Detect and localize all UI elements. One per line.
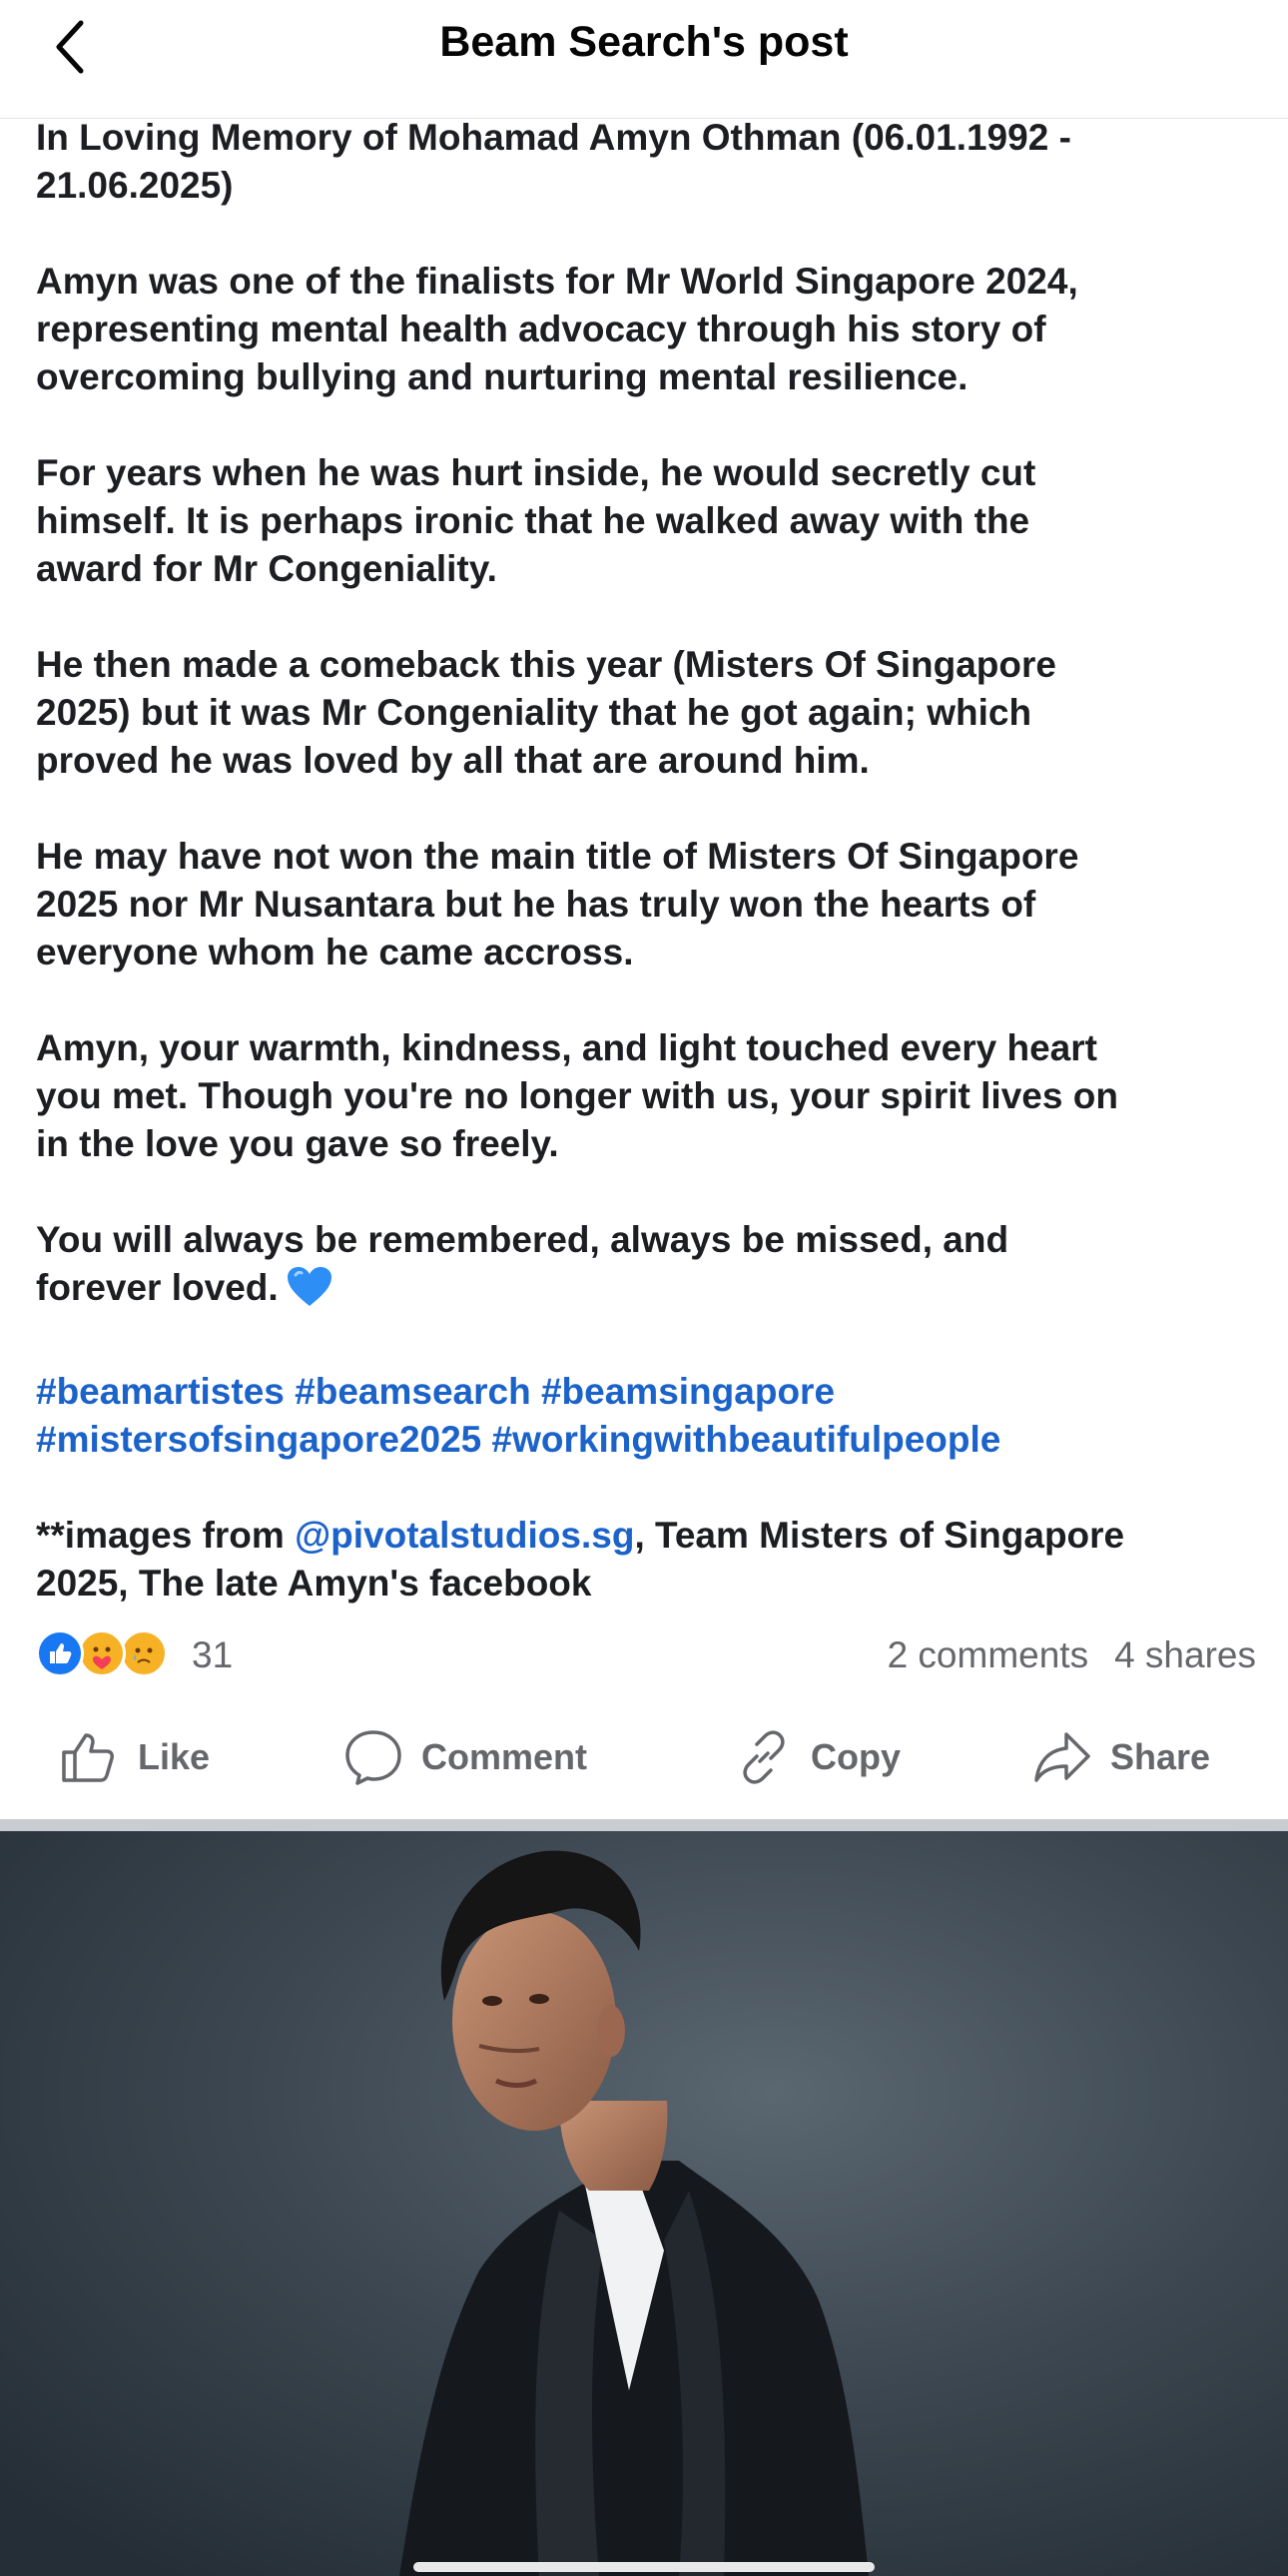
like-label: Like <box>138 1736 211 1777</box>
sad-icon <box>120 1629 168 1677</box>
care-icon <box>78 1629 126 1677</box>
post-header: Beam Search's post <box>0 0 1288 119</box>
post-paragraph: In Loving Memory of Mohamad Amyn Othman … <box>36 117 1071 206</box>
reaction-count[interactable]: 31 <box>192 1631 233 1679</box>
share-button[interactable]: Share <box>1032 1721 1210 1793</box>
comments-count[interactable]: 2 comments <box>888 1634 1089 1675</box>
like-button[interactable]: Like <box>60 1721 210 1793</box>
credits-prefix: **images from <box>36 1515 296 1556</box>
section-divider <box>0 1819 1288 1831</box>
post-text: In Loving Memory of Mohamad Amyn Othman … <box>36 114 1256 1608</box>
comment-bubble-icon <box>345 1730 401 1785</box>
share-arrow-icon <box>1034 1732 1090 1782</box>
shares-count[interactable]: 4 shares <box>1114 1634 1256 1675</box>
copy-button[interactable]: Copy <box>735 1721 901 1793</box>
reaction-icons[interactable] <box>36 1629 186 1681</box>
mention-link[interactable]: @pivotalstudios.sg <box>295 1515 634 1556</box>
copy-label: Copy <box>811 1736 901 1777</box>
like-icon <box>36 1629 84 1677</box>
post-closing: You will always be remembered, always be… <box>36 1216 1256 1320</box>
post-paragraph: Amyn, your warmth, kindness, and light t… <box>36 1027 1118 1164</box>
engagement-stats: 2 comments 4 shares <box>888 1631 1256 1679</box>
portrait-photo <box>0 1831 1288 2576</box>
reactions-summary: 31 2 comments 4 shares <box>36 1627 1256 1683</box>
hashtags[interactable]: #beamartistes #beamsearch #beamsingapore… <box>36 1368 1256 1464</box>
comment-button[interactable]: Comment <box>343 1721 587 1793</box>
post-paragraph: Amyn was one of the finalists for Mr Wor… <box>36 261 1078 397</box>
image-credits: **images from @pivotalstudios.sg, Team M… <box>36 1512 1256 1608</box>
post-photo[interactable] <box>0 1831 1288 2576</box>
post-paragraph: He then made a comeback this year (Miste… <box>36 644 1056 781</box>
thumbs-up-icon <box>62 1733 114 1782</box>
link-icon <box>743 1730 785 1784</box>
post-action-bar: Like Comment Copy Share <box>0 1721 1288 1793</box>
post-paragraph: For years when he was hurt inside, he wo… <box>36 452 1036 589</box>
home-indicator <box>413 2562 875 2572</box>
blue-heart-icon <box>287 1266 332 1320</box>
closing-text: You will always be remembered, always be… <box>36 1219 1009 1308</box>
page-title: Beam Search's post <box>439 18 849 66</box>
comment-label: Comment <box>421 1736 588 1777</box>
share-label: Share <box>1110 1736 1211 1777</box>
post-paragraph: He may have not won the main title of Mi… <box>36 836 1079 972</box>
